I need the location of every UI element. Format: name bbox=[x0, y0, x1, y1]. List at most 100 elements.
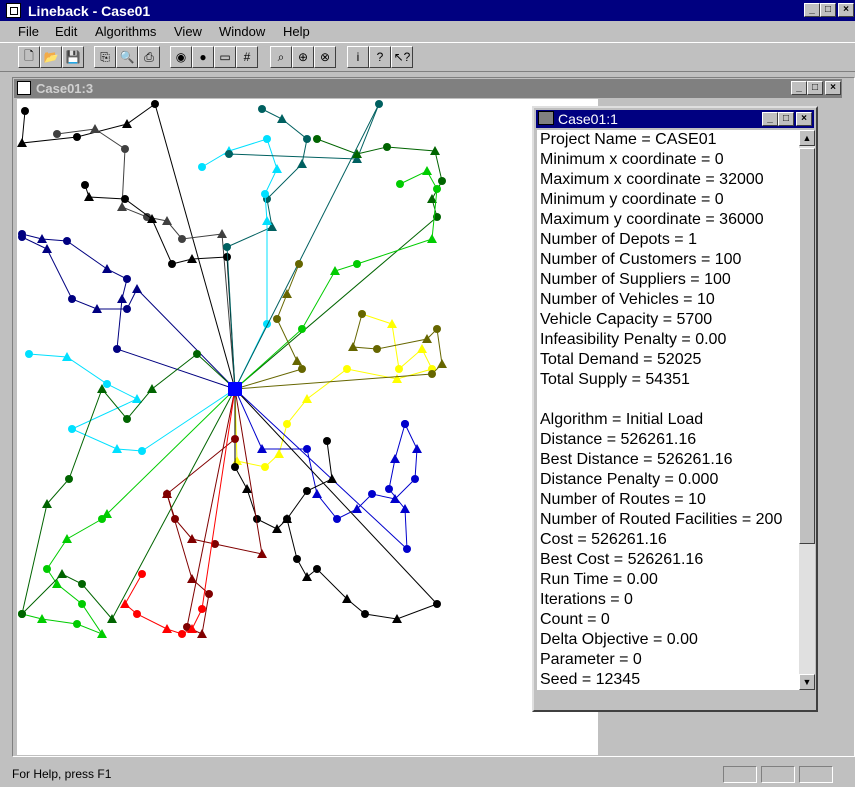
customer-node bbox=[68, 295, 76, 303]
customer-node bbox=[375, 100, 383, 108]
supplier-node bbox=[52, 579, 62, 588]
route-map-canvas[interactable] bbox=[17, 99, 598, 755]
vertical-scrollbar[interactable]: ▲ ▼ bbox=[799, 130, 815, 690]
route-line bbox=[301, 170, 438, 330]
open-folder-icon[interactable]: 📂 bbox=[40, 46, 62, 68]
info-window-title: Case01:1 bbox=[558, 111, 618, 127]
customer-node bbox=[295, 260, 303, 268]
customer-node bbox=[68, 425, 76, 433]
route-map[interactable] bbox=[17, 99, 598, 755]
customer-node bbox=[65, 475, 73, 483]
menu-edit[interactable]: Edit bbox=[55, 24, 77, 39]
info-icon[interactable]: i bbox=[347, 46, 369, 68]
route-line bbox=[166, 493, 210, 635]
customer-node bbox=[433, 600, 441, 608]
info-line: Number of Depots = 1 bbox=[540, 231, 697, 248]
supplier-node bbox=[272, 164, 282, 173]
info-line: Number of Routes = 10 bbox=[540, 491, 706, 508]
info-line: Iterations = 0 bbox=[540, 591, 633, 608]
supplier-node bbox=[274, 449, 284, 458]
save-icon[interactable]: 💾 bbox=[62, 46, 84, 68]
customer-node bbox=[113, 345, 121, 353]
route-line bbox=[21, 103, 156, 144]
customer-node-icon[interactable]: ● bbox=[192, 46, 214, 68]
customer-node bbox=[433, 185, 441, 193]
menu-file[interactable]: File bbox=[18, 24, 39, 39]
customer-node bbox=[198, 163, 206, 171]
info-line: Number of Routed Facilities = 200 bbox=[540, 511, 783, 528]
customer-node bbox=[383, 143, 391, 151]
scroll-down-button[interactable]: ▼ bbox=[799, 674, 815, 690]
info-line: Distance Penalty = 0.000 bbox=[540, 471, 719, 488]
supplier-node bbox=[437, 359, 447, 368]
minimize-button[interactable]: _ bbox=[804, 3, 820, 17]
info-window-icon[interactable] bbox=[538, 111, 554, 125]
scroll-up-button[interactable]: ▲ bbox=[799, 130, 815, 146]
menu-algorithms[interactable]: Algorithms bbox=[95, 24, 156, 39]
customer-node bbox=[133, 610, 141, 618]
child-close-button[interactable]: × bbox=[825, 81, 841, 95]
menu-view[interactable]: View bbox=[174, 24, 202, 39]
route-line bbox=[28, 353, 143, 452]
customer-node bbox=[368, 490, 376, 498]
info-close-button[interactable]: × bbox=[796, 112, 812, 126]
route-node-icon[interactable]: ◉ bbox=[170, 46, 192, 68]
info-line: Vehicle Capacity = 5700 bbox=[540, 311, 713, 328]
customer-node bbox=[333, 515, 341, 523]
supplier-node bbox=[42, 244, 52, 253]
maximize-button[interactable]: □ bbox=[820, 3, 836, 17]
app-icon[interactable] bbox=[6, 3, 21, 18]
zoom-in-icon[interactable]: ⊕ bbox=[292, 46, 314, 68]
help-icon[interactable]: ? bbox=[369, 46, 391, 68]
supplier-node bbox=[187, 574, 197, 583]
info-line: Run Time = 0.00 bbox=[540, 571, 658, 588]
close-button[interactable]: × bbox=[838, 3, 854, 17]
info-line: Count = 0 bbox=[540, 611, 610, 628]
info-text-area[interactable]: Project Name = CASE01 Minimum x coordinat… bbox=[537, 130, 799, 690]
customer-node bbox=[395, 365, 403, 373]
supplier-node bbox=[147, 384, 157, 393]
status-text: For Help, press F1 bbox=[12, 767, 112, 781]
customer-node bbox=[373, 345, 381, 353]
customer-node bbox=[138, 570, 146, 578]
customer-node bbox=[323, 437, 331, 445]
child-window-icon[interactable] bbox=[17, 81, 31, 95]
supplier-node bbox=[162, 624, 172, 633]
info-line: Maximum x coordinate = 32000 bbox=[540, 171, 764, 188]
depot-link bbox=[234, 373, 433, 390]
supplier-node bbox=[302, 394, 312, 403]
print-icon[interactable]: ⎙ bbox=[138, 46, 160, 68]
customer-node bbox=[21, 107, 29, 115]
info-line: Number of Suppliers = 100 bbox=[540, 271, 731, 288]
supplier-node bbox=[302, 572, 312, 581]
copy-icon[interactable]: ⎘ bbox=[94, 46, 116, 68]
customer-node bbox=[18, 610, 26, 618]
scroll-thumb[interactable] bbox=[799, 148, 815, 544]
child-maximize-button[interactable]: □ bbox=[807, 81, 823, 95]
customer-node bbox=[223, 243, 231, 251]
menu-help[interactable]: Help bbox=[283, 24, 310, 39]
context-help-icon[interactable]: ↖? bbox=[391, 46, 413, 68]
info-maximize-button[interactable]: □ bbox=[778, 112, 794, 126]
child-minimize-button[interactable]: _ bbox=[791, 81, 807, 95]
customer-node bbox=[283, 515, 291, 523]
customer-node bbox=[43, 565, 51, 573]
customer-node bbox=[428, 370, 436, 378]
info-title-bar: Case01:1 _ □ × bbox=[536, 110, 814, 128]
horizontal-scrollbar[interactable] bbox=[537, 692, 815, 708]
info-line: Project Name = CASE01 bbox=[540, 131, 717, 148]
zoom-out-icon[interactable]: ⊗ bbox=[314, 46, 336, 68]
customer-node bbox=[261, 190, 269, 198]
menu-window[interactable]: Window bbox=[219, 24, 265, 39]
customer-node bbox=[178, 235, 186, 243]
supplier-node bbox=[387, 319, 397, 328]
new-file-icon[interactable]: 🗋 bbox=[18, 46, 40, 68]
customer-node bbox=[303, 445, 311, 453]
info-line: Best Distance = 526261.16 bbox=[540, 451, 733, 468]
customer-node bbox=[123, 305, 131, 313]
info-minimize-button[interactable]: _ bbox=[762, 112, 778, 126]
depot-icon[interactable]: ▭ bbox=[214, 46, 236, 68]
grid-icon[interactable]: # bbox=[236, 46, 258, 68]
print-preview-icon[interactable]: 🔍 bbox=[116, 46, 138, 68]
zoom-icon[interactable]: ⌕ bbox=[270, 46, 292, 68]
